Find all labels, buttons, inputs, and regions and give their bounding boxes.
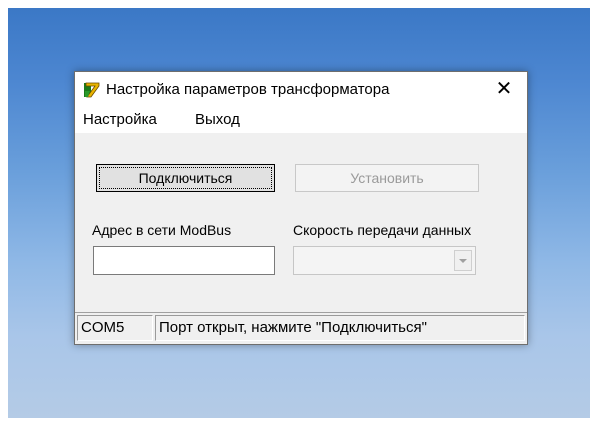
modbus-address-field[interactable]	[93, 246, 275, 275]
baud-rate-label: Скорость передачи данных	[293, 222, 472, 238]
window-title: Настройка параметров трансформатора	[106, 81, 390, 98]
status-bar: COM5 Порт открыт, нажмите "Подключиться"	[75, 312, 527, 344]
menu-item-settings[interactable]: Настройка	[83, 111, 157, 128]
title-bar[interactable]: Настройка параметров трансформатора ✕	[75, 72, 527, 107]
set-button-label: Установить	[350, 170, 424, 186]
close-icon[interactable]: ✕	[481, 72, 527, 107]
chevron-down-icon[interactable]	[454, 250, 472, 271]
app-icon	[83, 81, 101, 99]
baud-rate-select[interactable]	[293, 246, 476, 275]
settings-dialog: Настройка параметров трансформатора ✕ На…	[74, 71, 528, 345]
status-message: Порт открыт, нажмите "Подключиться"	[155, 315, 525, 341]
connect-button[interactable]: Подключиться	[96, 164, 275, 192]
modbus-address-label: Адрес в сети ModBus	[92, 222, 232, 238]
menu-bar: Настройка Выход	[75, 107, 527, 133]
desktop-background: Настройка параметров трансформатора ✕ На…	[8, 8, 590, 418]
focus-rectangle	[99, 167, 272, 189]
menu-item-exit[interactable]: Выход	[195, 111, 240, 128]
set-button[interactable]: Установить	[295, 164, 479, 192]
status-port: COM5	[77, 315, 153, 341]
